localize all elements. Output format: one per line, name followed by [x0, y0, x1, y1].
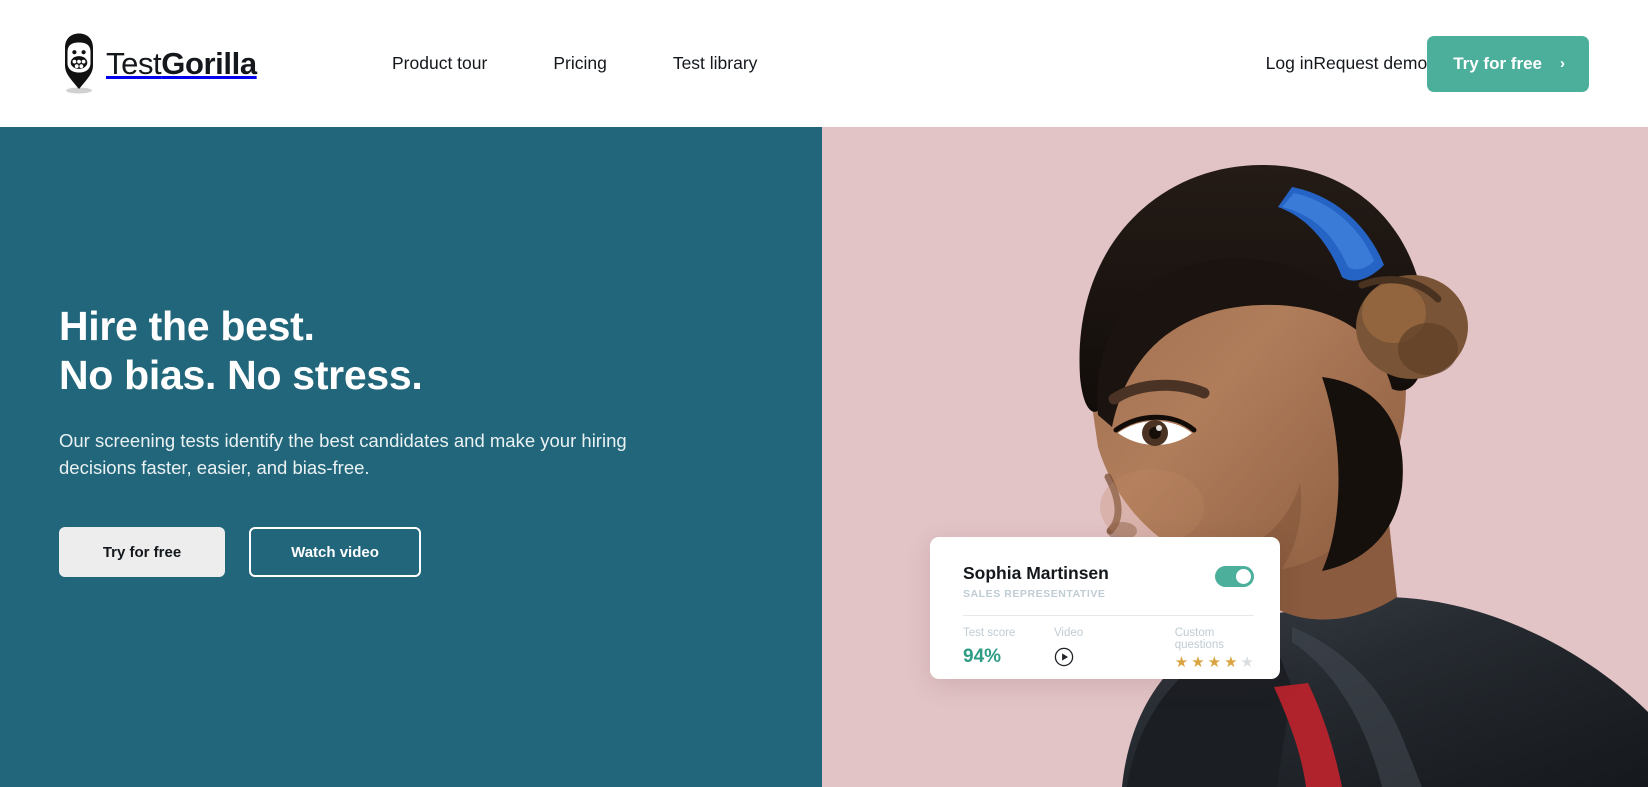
- hero-right-panel: Sophia Martinsen SALES REPRESENTATIVE Te…: [822, 127, 1648, 787]
- candidate-status-toggle[interactable]: [1215, 566, 1254, 587]
- hero-title-line-2: No bias. No stress.: [59, 352, 423, 398]
- logo-wordmark: TestGorilla: [106, 48, 257, 79]
- primary-nav: Product tour Pricing Test library: [392, 0, 757, 127]
- custom-questions-rating[interactable]: ★ ★ ★ ★ ★: [1175, 655, 1254, 670]
- chevron-right-icon: ›: [1560, 55, 1565, 72]
- hero-try-for-free-button[interactable]: Try for free: [59, 527, 225, 577]
- video-value-wrap: [1054, 647, 1175, 667]
- nav-item-pricing[interactable]: Pricing: [553, 53, 607, 74]
- login-link[interactable]: Log in: [1266, 53, 1314, 74]
- metric-custom-questions: Custom questions ★ ★ ★ ★ ★: [1174, 627, 1254, 670]
- candidate-card-header: Sophia Martinsen SALES REPRESENTATIVE: [930, 537, 1280, 600]
- hero-watch-video-button[interactable]: Watch video: [249, 527, 421, 577]
- logo-word-test: Test: [106, 45, 162, 81]
- star-icon-3[interactable]: ★: [1208, 655, 1221, 670]
- site-header: TestGorilla Product tour Pricing Test li…: [0, 0, 1648, 127]
- custom-questions-label: Custom questions: [1174, 627, 1224, 651]
- nav-item-product-tour[interactable]: Product tour: [392, 53, 487, 74]
- candidate-role: SALES REPRESENTATIVE: [963, 588, 1106, 601]
- hero-button-group: Try for free Watch video: [59, 527, 739, 577]
- hero-left-panel: Hire the best. No bias. No stress. Our s…: [0, 127, 822, 787]
- test-score-value-wrap: 94%: [963, 647, 1054, 666]
- hero-title-line-1: Hire the best.: [59, 303, 315, 349]
- nav-item-test-library[interactable]: Test library: [673, 53, 758, 74]
- secondary-nav: Log in Request demo Try for free ›: [1266, 0, 1589, 127]
- test-score-unit: %: [984, 645, 1002, 667]
- hero-photo: [822, 127, 1648, 787]
- video-label: Video: [1053, 627, 1084, 640]
- hero-section: Hire the best. No bias. No stress. Our s…: [0, 127, 1648, 787]
- star-icon-2[interactable]: ★: [1191, 655, 1204, 670]
- test-score-label: Test score: [963, 627, 1016, 640]
- star-icon-5[interactable]: ★: [1241, 655, 1254, 670]
- candidate-card[interactable]: Sophia Martinsen SALES REPRESENTATIVE Te…: [930, 537, 1280, 679]
- candidate-identity: Sophia Martinsen SALES REPRESENTATIVE: [963, 563, 1109, 600]
- star-icon-4[interactable]: ★: [1224, 655, 1237, 670]
- logo-word-gorilla: Gorilla: [161, 45, 257, 81]
- star-icon-1[interactable]: ★: [1175, 655, 1188, 670]
- play-circle-icon[interactable]: [1054, 647, 1074, 667]
- header-try-for-free-button[interactable]: Try for free ›: [1427, 35, 1589, 92]
- hero-copy: Hire the best. No bias. No stress. Our s…: [59, 302, 739, 577]
- header-cta-label: Try for free: [1453, 53, 1542, 73]
- gorilla-pin-logo-icon: [59, 32, 99, 94]
- hero-title: Hire the best. No bias. No stress.: [59, 302, 739, 400]
- hero-subtitle: Our screening tests identify the best ca…: [59, 430, 627, 478]
- test-score-value: 94: [963, 645, 985, 667]
- metric-video: Video: [1054, 628, 1175, 667]
- request-demo-link[interactable]: Request demo: [1313, 53, 1427, 74]
- candidate-metrics: Test score 94% Video Custom questions ★ …: [930, 616, 1280, 670]
- logo-link[interactable]: TestGorilla: [59, 32, 257, 94]
- metric-test-score: Test score 94%: [963, 628, 1054, 666]
- candidate-name: Sophia Martinsen: [963, 563, 1109, 583]
